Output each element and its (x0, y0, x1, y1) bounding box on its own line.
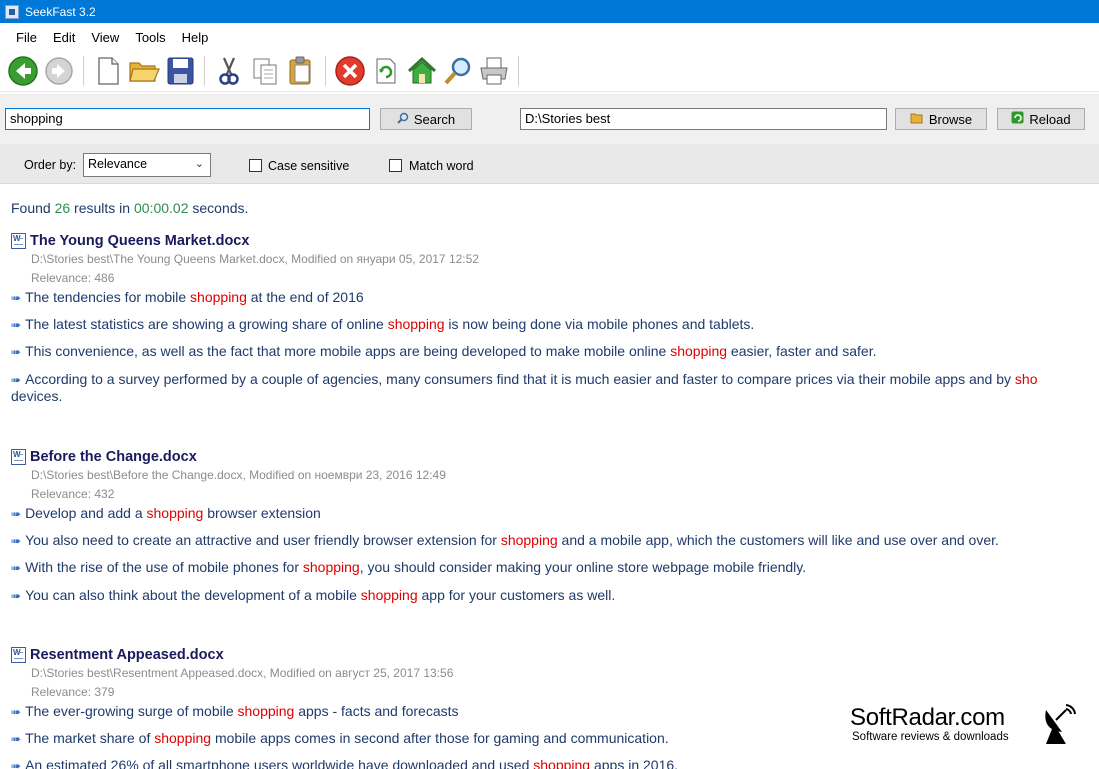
toolbar-separator (83, 55, 84, 86)
softradar-watermark: SoftRadar.com Software reviews & downloa… (846, 700, 1086, 750)
refresh-icon[interactable] (368, 53, 404, 89)
match-word-label: Match word (409, 159, 474, 173)
arrow-icon: ➠ (11, 759, 22, 769)
result-title[interactable]: The Young Queens Market.docx (11, 233, 249, 249)
arrow-icon: ➠ (11, 705, 22, 719)
arrow-icon: ➠ (11, 373, 22, 387)
arrow-icon: ➠ (11, 732, 22, 746)
folder-input[interactable]: D:\Stories best (520, 108, 887, 130)
results-summary: Found 26 results in 00:00.02 seconds. (11, 200, 248, 216)
result-count: 26 (54, 200, 71, 216)
back-icon[interactable] (5, 53, 41, 89)
result-title-text: Resentment Appeased.docx (30, 647, 224, 663)
summary-prefix: Found (11, 200, 55, 216)
reload-button-label: Reload (1029, 111, 1071, 127)
search-button-label: Search (413, 111, 456, 127)
copy-icon[interactable] (247, 53, 283, 89)
satellite-dish-icon (1040, 702, 1080, 751)
menu-view[interactable]: View (83, 28, 127, 47)
word-document-icon (11, 233, 26, 249)
toolbar (0, 50, 1099, 92)
order-by-label: Order by: (24, 158, 77, 172)
app-icon (5, 4, 19, 19)
menu-help[interactable]: Help (174, 28, 217, 47)
open-folder-icon[interactable] (126, 53, 162, 89)
window-title: SeekFast 3.2 (25, 4, 96, 19)
arrow-icon: ➠ (11, 507, 22, 521)
result-path: D:\Stories best\Before the Change.docx, … (31, 468, 446, 482)
case-sensitive-checkbox[interactable] (249, 159, 262, 172)
search-bar: shopping Search D:\Stories best Browse R… (0, 94, 1099, 144)
result-relevance: Relevance: 379 (31, 685, 115, 699)
result-line[interactable]: ➠ With the rise of the use of mobile phon… (11, 559, 806, 575)
result-line-continuation: devices. (11, 388, 63, 404)
result-line[interactable]: ➠ The ever-growing surge of mobile shoppi… (11, 703, 459, 719)
options-bar: Order by: Relevance ⌄ Case sensitive Mat… (0, 144, 1099, 184)
results-pane: Found 26 results in 00:00.02 seconds. Th… (0, 185, 1099, 769)
cut-icon[interactable] (211, 53, 247, 89)
order-by-value: Relevance (88, 157, 148, 171)
reload-icon (1011, 111, 1024, 127)
stop-icon[interactable] (332, 53, 368, 89)
title-bar: SeekFast 3.2 (0, 0, 1099, 23)
result-line[interactable]: ➠ The tendencies for mobile shopping at t… (11, 289, 364, 305)
result-title-text: Before the Change.docx (30, 449, 197, 465)
result-line[interactable]: ➠ According to a survey performed by a co… (11, 371, 1097, 387)
arrow-icon: ➠ (11, 561, 22, 575)
save-icon[interactable] (162, 53, 198, 89)
browse-button[interactable]: Browse (895, 108, 987, 130)
watermark-brand: SoftRadar.com (850, 704, 1005, 731)
browse-button-label: Browse (928, 111, 973, 127)
toolbar-separator (325, 55, 326, 86)
home-icon[interactable] (404, 53, 440, 89)
result-path: D:\Stories best\Resentment Appeased.docx… (31, 666, 454, 680)
search-button[interactable]: Search (380, 108, 472, 130)
new-document-icon[interactable] (90, 53, 126, 89)
paste-icon[interactable] (283, 53, 319, 89)
result-line[interactable]: ➠ This convenience, as well as the fact t… (11, 343, 876, 359)
menu-bar: File Edit View Tools Help (0, 26, 216, 48)
summary-middle: results in (70, 200, 134, 216)
word-document-icon (11, 449, 26, 465)
search-icon (397, 112, 409, 127)
result-path: D:\Stories best\The Young Queens Market.… (31, 252, 479, 266)
arrow-icon: ➠ (11, 291, 22, 305)
arrow-icon: ➠ (11, 318, 22, 332)
result-title[interactable]: Resentment Appeased.docx (11, 647, 224, 663)
watermark-tagline: Software reviews & downloads (852, 731, 1009, 743)
toolbar-separator (204, 55, 205, 86)
search-input[interactable]: shopping (5, 108, 370, 130)
case-sensitive-label: Case sensitive (268, 159, 350, 173)
result-line[interactable]: ➠ You can also think about the developmen… (11, 587, 615, 603)
result-line[interactable]: ➠ Develop and add a shopping browser exte… (11, 505, 321, 521)
chevron-down-icon: ⌄ (194, 158, 204, 170)
result-line[interactable]: ➠ An estimated 26% of all smartphone user… (11, 757, 678, 769)
result-line[interactable]: ➠ You also need to create an attractive a… (11, 532, 999, 548)
arrow-icon: ➠ (11, 534, 22, 548)
forward-icon[interactable] (41, 53, 77, 89)
arrow-icon: ➠ (11, 589, 22, 603)
result-title[interactable]: Before the Change.docx (11, 449, 197, 465)
menu-file[interactable]: File (8, 28, 45, 47)
arrow-icon: ➠ (11, 345, 22, 359)
reload-button[interactable]: Reload (997, 108, 1085, 130)
result-line[interactable]: ➠ The latest statistics are showing a gro… (11, 316, 754, 332)
word-document-icon (11, 647, 26, 663)
result-relevance: Relevance: 486 (31, 271, 115, 285)
order-by-select[interactable]: Relevance ⌄ (83, 153, 211, 177)
toolbar-separator (518, 55, 519, 86)
result-title-text: The Young Queens Market.docx (30, 233, 250, 249)
result-relevance: Relevance: 432 (31, 487, 115, 501)
folder-icon (910, 112, 924, 127)
summary-suffix: seconds. (188, 200, 249, 216)
print-icon[interactable] (476, 53, 512, 89)
match-word-checkbox[interactable] (389, 159, 402, 172)
search-time: 00:00.02 (133, 200, 189, 216)
menu-edit[interactable]: Edit (45, 28, 83, 47)
find-icon[interactable] (440, 53, 476, 89)
result-line[interactable]: ➠ The market share of shopping mobile app… (11, 730, 669, 746)
menu-tools[interactable]: Tools (127, 28, 173, 47)
